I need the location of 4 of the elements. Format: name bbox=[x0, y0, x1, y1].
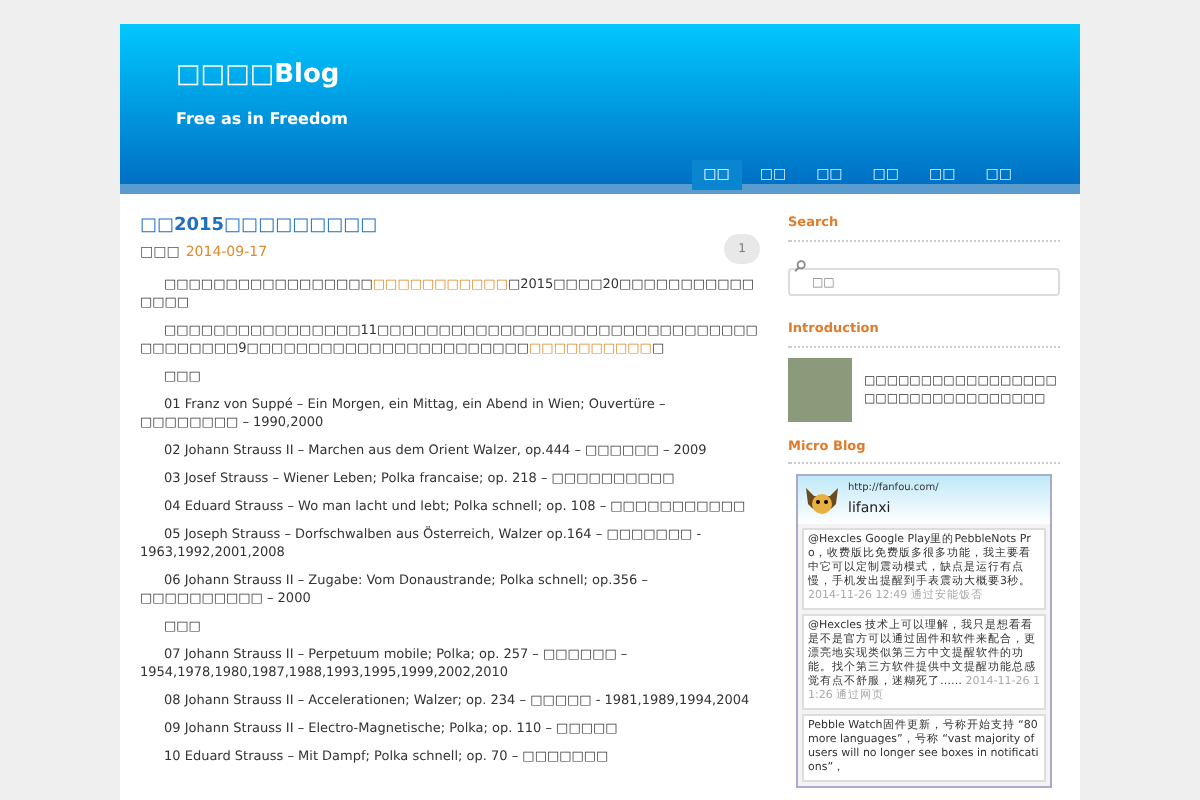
site-tagline: Free as in Freedom bbox=[176, 108, 351, 133]
search-icon bbox=[794, 259, 806, 272]
site-title[interactable]: □□□□Blog bbox=[176, 60, 1024, 93]
photo-placeholder bbox=[788, 357, 852, 421]
